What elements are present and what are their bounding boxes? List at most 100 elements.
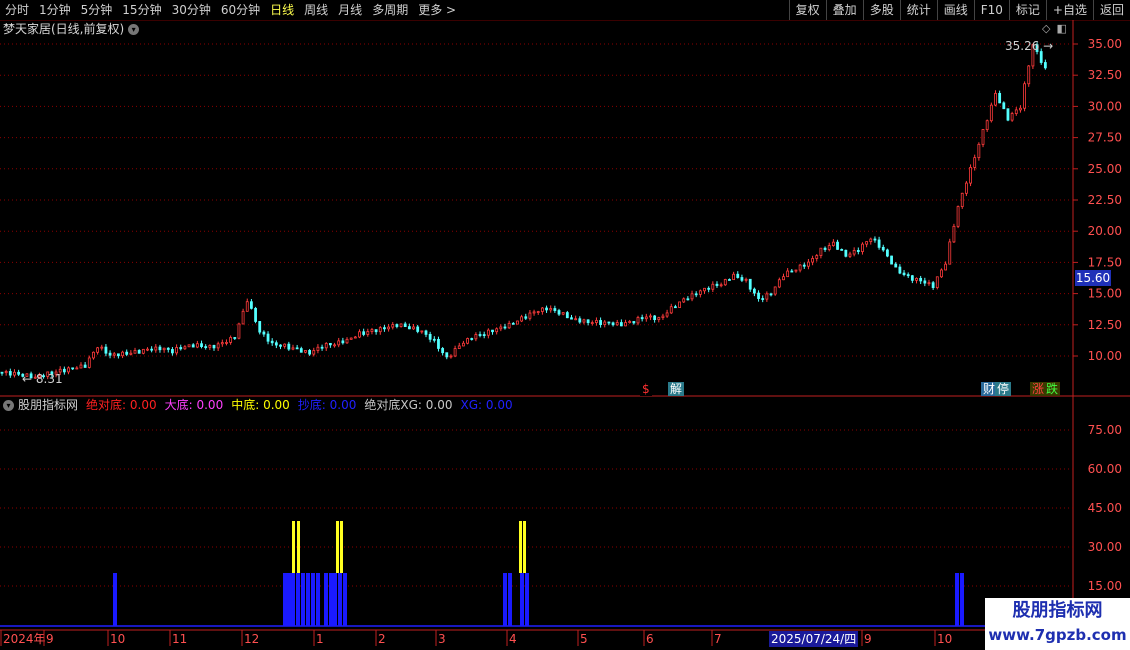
candle-body <box>241 310 245 325</box>
candle-body <box>765 293 769 300</box>
time-tick-label: 12 <box>244 632 259 646</box>
candle-body <box>1039 51 1043 63</box>
candle-body <box>162 347 166 351</box>
candle-body <box>674 306 677 309</box>
candle-body <box>582 319 586 323</box>
candle-body <box>129 352 133 355</box>
candle-body <box>802 264 806 267</box>
candle-body <box>649 315 652 318</box>
price-tick-label: 15.00 <box>1088 287 1122 301</box>
suspension-event-marker[interactable]: 停 <box>995 382 1012 396</box>
candle-body <box>570 317 573 320</box>
candle-body <box>245 301 249 312</box>
candle-body <box>1010 113 1014 121</box>
candle-body <box>125 351 129 355</box>
kline-chart[interactable]: 35.00 32.50 30.00 27.50 25.00 22.50 20.00 17.50… <box>0 0 1130 650</box>
price-tick-label: 10.00 <box>1088 349 1122 363</box>
candle-body <box>640 317 644 320</box>
candle-body <box>619 322 623 327</box>
dividend-event-marker[interactable]: $ <box>640 382 652 396</box>
price-tick-label: 20.00 <box>1088 224 1122 238</box>
candle-body <box>669 306 673 314</box>
candle-body <box>723 279 727 286</box>
candle-body <box>994 92 997 106</box>
candle-body <box>200 343 203 347</box>
candle-body <box>1019 107 1022 111</box>
candle-body <box>944 263 948 271</box>
blue-indicator-bar <box>291 573 295 626</box>
blue-indicator-bar <box>955 573 959 626</box>
candle-body <box>1043 62 1047 69</box>
candle-body <box>503 326 507 329</box>
candle-body <box>8 371 12 376</box>
time-tick-label: 2 <box>378 632 386 646</box>
candle-body <box>545 307 548 311</box>
price-tick-label: 30.00 <box>1088 99 1122 113</box>
candle-body <box>208 344 212 348</box>
candle-body <box>370 329 374 332</box>
time-tick-label: 4 <box>509 632 517 646</box>
unlock-event-marker[interactable]: 解 <box>668 382 685 396</box>
candle-body <box>632 321 636 324</box>
candle-body <box>92 351 95 359</box>
candle-body <box>150 348 154 351</box>
time-tick-label: 7 <box>714 632 722 646</box>
candle-body <box>827 245 831 250</box>
candle-body <box>574 318 578 321</box>
candle-body <box>557 310 561 315</box>
limit-down-event-marker[interactable]: 跌 <box>1044 382 1061 396</box>
price-tick-label: 27.50 <box>1088 131 1122 145</box>
candle-body <box>299 348 303 353</box>
candle-body <box>807 261 810 267</box>
candle-body <box>204 346 208 348</box>
watermark-line1: 股朋指标网 <box>1012 600 1103 621</box>
candle-body <box>782 276 785 281</box>
candle-body <box>0 371 4 374</box>
candle-body <box>852 250 856 255</box>
blue-indicator-bar <box>338 573 342 626</box>
candle-body <box>233 337 237 339</box>
candle-body <box>711 283 715 290</box>
yellow-indicator-bar <box>340 521 343 573</box>
candle-body <box>428 333 432 340</box>
candle-body <box>549 308 553 311</box>
candle-body <box>499 326 503 330</box>
indicator-label-zhongdi: 中底: 0.00 <box>231 398 290 412</box>
candle-body <box>707 287 711 290</box>
candle-body <box>495 328 499 333</box>
indicator-name[interactable]: 股朋指标网 <box>18 398 78 412</box>
candle-body <box>407 326 411 330</box>
candle-body <box>595 320 598 323</box>
candle-body <box>341 340 345 344</box>
candle-body <box>599 320 602 325</box>
candle-body <box>146 348 149 351</box>
indicator-menu-icon[interactable]: ▾ <box>3 399 14 411</box>
candle-body <box>736 273 740 278</box>
yellow-indicator-bar <box>292 521 295 573</box>
candle-body <box>840 249 844 251</box>
candle-body <box>71 367 75 370</box>
candle-body <box>565 312 569 319</box>
blue-indicator-bar <box>311 573 315 626</box>
candle-body <box>865 241 869 245</box>
candle-body <box>861 243 864 252</box>
time-tick-label: 10 <box>110 632 125 646</box>
candle-body <box>399 323 403 327</box>
current-price-tag: 15.60 <box>1075 270 1111 286</box>
candle-body <box>590 322 594 324</box>
candle-body <box>195 343 199 348</box>
candle-body <box>403 323 407 328</box>
candle-body <box>283 343 287 347</box>
candle-body <box>661 315 665 319</box>
candle-body <box>744 278 748 281</box>
candle-body <box>603 321 607 325</box>
candle-body <box>586 319 590 324</box>
candle-body <box>856 250 860 252</box>
candle-body <box>220 342 224 345</box>
candle-body <box>940 269 943 278</box>
candle-body <box>154 346 158 351</box>
blue-indicator-bar <box>283 573 287 626</box>
candle-body <box>894 263 898 268</box>
candle-body <box>449 355 453 358</box>
time-tick-label: 9 <box>46 632 54 646</box>
